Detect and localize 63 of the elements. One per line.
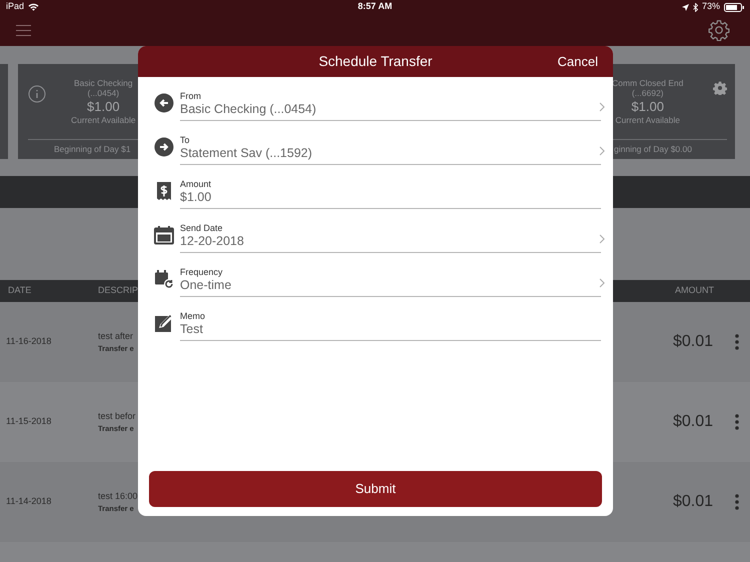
arrow-left-icon [154, 93, 174, 113]
form-field[interactable]: To Statement Sav (...1592) [180, 129, 601, 165]
settings-icon[interactable] [708, 19, 730, 41]
info-icon[interactable] [28, 84, 46, 102]
field-label: Amount [180, 179, 212, 190]
column-header: DESCRIP [98, 284, 138, 298]
device-name: iPad [6, 0, 24, 14]
more-icon[interactable] [735, 494, 739, 510]
field-label: From [180, 91, 202, 102]
gear-icon[interactable] [713, 80, 727, 94]
account-name: Basic Checking [74, 78, 133, 88]
bluetooth-icon [692, 2, 698, 12]
field-value: Test [180, 322, 204, 338]
account-number: (...0454) [87, 88, 120, 99]
column-header: AMOUNT [675, 284, 714, 298]
balance-label: Current Available [615, 115, 680, 126]
battery-percent: 73% [702, 0, 720, 14]
account-name: Comm Closed End [612, 78, 684, 88]
table-cell-text: 11-16-2018 [6, 335, 52, 348]
arrow-right-icon [154, 137, 174, 157]
description-text: test 16:00 [98, 490, 138, 503]
form-field[interactable]: Amount $1.00 [180, 173, 601, 209]
clock-time: 8:57 AM [358, 0, 392, 14]
field-label: Frequency [180, 267, 224, 278]
dialog-title: Schedule Transfer [318, 52, 432, 71]
more-icon[interactable] [735, 334, 739, 350]
table-cell-text: 11-14-2018 [6, 495, 52, 508]
beginning-balance: Beginning of Day $1 [54, 142, 131, 156]
form-field[interactable]: Memo Test [180, 305, 601, 341]
menu-icon[interactable] [16, 24, 31, 36]
field-label: To [180, 135, 191, 146]
form-field[interactable]: Frequency One-time [180, 261, 601, 297]
cancel-button[interactable]: Cancel [558, 52, 598, 72]
column-header: DATE [8, 284, 32, 298]
beginning-balance: ginning of Day $0.00 [614, 142, 692, 156]
field-label: Memo [180, 311, 206, 322]
form-field[interactable]: From Basic Checking (...0454) [180, 85, 601, 121]
amount-cell-text: $0.01 [672, 332, 713, 352]
location-icon [682, 4, 689, 10]
balance-label: Current Available [71, 115, 136, 126]
form-field[interactable]: Send Date 12-20-2018 [180, 217, 601, 253]
field-value: Basic Checking (...0454) [180, 102, 318, 118]
amount-cell-text: $0.01 [672, 412, 713, 432]
submit-button[interactable]: Submit [149, 471, 602, 507]
calendar-repeat-icon [154, 269, 174, 289]
edit-icon [154, 313, 174, 333]
field-value: $1.00 [180, 190, 212, 206]
battery-icon [724, 2, 744, 12]
receipt-icon [154, 181, 174, 201]
description-text: test befor [98, 410, 136, 423]
wifi-icon [28, 3, 40, 11]
amount-cell-text: $0.01 [672, 492, 713, 512]
field-label: Send Date [180, 223, 224, 234]
field-value: 12-20-2018 [180, 234, 245, 250]
more-icon[interactable] [735, 414, 739, 430]
account-balance: $1.00 [87, 98, 120, 115]
calendar-icon [154, 225, 174, 245]
account-number: (...6692) [632, 88, 664, 99]
field-value: One-time [180, 278, 232, 294]
description-text: test after [98, 330, 134, 343]
table-cell-text: 11-15-2018 [6, 415, 52, 428]
field-value: Statement Sav (...1592) [180, 146, 314, 162]
account-balance: $1.00 [631, 98, 664, 115]
